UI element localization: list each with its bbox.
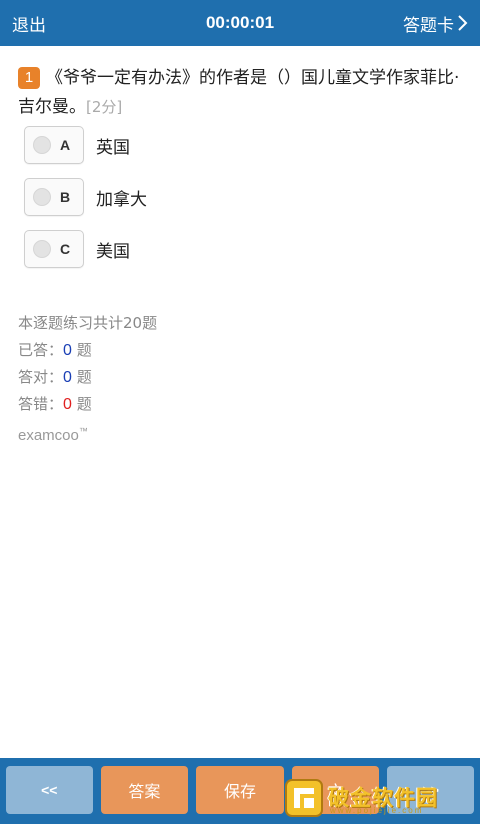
unit-label: 题 <box>76 368 92 386</box>
watermark: 破金软件园 www.pojiejie.com <box>284 774 480 822</box>
option-text: 英国 <box>96 137 130 158</box>
brand-name: examcoo <box>18 427 79 444</box>
option-text: 加拿大 <box>96 189 147 210</box>
answer-card-label: 答题卡 <box>403 15 454 36</box>
chevron-right-icon <box>458 15 468 31</box>
answered-value: 0 <box>63 342 72 359</box>
question-score: [2分] <box>86 98 123 116</box>
option-a[interactable]: A 英国 <box>24 126 147 164</box>
option-c[interactable]: C 美国 <box>24 230 147 268</box>
radio-circle-icon <box>33 188 51 206</box>
correct-label: 答对： <box>18 368 64 386</box>
correct-value: 0 <box>63 369 72 386</box>
option-letter: A <box>60 137 71 153</box>
top-bar: 退出 00:00:01 答题卡 <box>0 0 480 46</box>
correct-count: 答对：0 题 <box>18 364 157 391</box>
watermark-logo-icon <box>285 779 323 817</box>
total-questions: 本逐题练习共计20题 <box>18 314 158 332</box>
answered-label: 已答： <box>18 341 64 359</box>
wrong-count: 答错：0 题 <box>18 391 157 418</box>
trademark-mark: ™ <box>78 426 88 436</box>
option-b[interactable]: B 加拿大 <box>24 178 147 216</box>
option-letter: C <box>60 241 71 257</box>
answer-card-button[interactable]: 答题卡 <box>403 11 468 36</box>
watermark-url: www.pojiejie.com <box>330 806 424 815</box>
question-stem: 1 《爷爷一定有办法》的作者是（）国儿童文学作家菲比·吉尔曼。[2分] <box>18 64 466 122</box>
brand-label: examcoo™ <box>18 418 157 449</box>
unit-label: 题 <box>76 341 92 359</box>
wrong-label: 答错： <box>18 395 64 413</box>
option-list: A 英国 B 加拿大 C 美国 <box>24 126 147 282</box>
show-answer-button[interactable]: 答案 <box>100 766 189 814</box>
answered-count: 已答：0 题 <box>18 337 157 364</box>
save-button[interactable]: 保存 <box>196 766 284 814</box>
prev-question-button[interactable]: << <box>6 766 93 814</box>
option-a-selector[interactable]: A <box>24 126 84 164</box>
question-number-badge: 1 <box>18 67 40 89</box>
radio-circle-icon <box>33 240 51 258</box>
option-c-selector[interactable]: C <box>24 230 84 268</box>
option-text: 美国 <box>96 241 130 262</box>
option-letter: B <box>60 189 71 205</box>
question-text: 《爷爷一定有办法》的作者是（）国儿童文学作家菲比·吉尔曼。 <box>18 68 460 117</box>
exit-button[interactable]: 退出 <box>12 11 46 36</box>
unit-label: 题 <box>76 395 92 413</box>
wrong-value: 0 <box>63 396 72 413</box>
radio-circle-icon <box>33 136 51 154</box>
progress-stats: 本逐题练习共计20题 已答：0 题 答对：0 题 答错：0 题 examcoo™ <box>18 310 157 449</box>
option-b-selector[interactable]: B <box>24 178 84 216</box>
